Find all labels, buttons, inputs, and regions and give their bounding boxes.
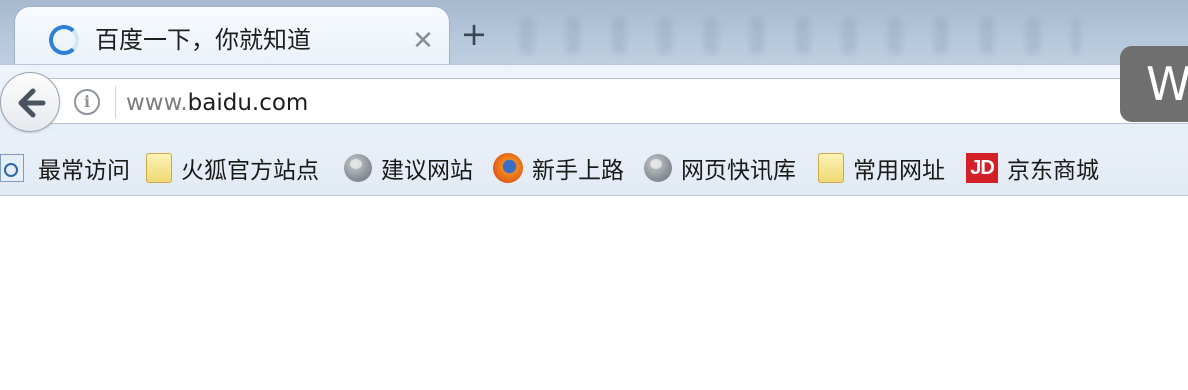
back-arrow-icon bbox=[18, 88, 46, 118]
tab-title: 百度一下，你就知道 bbox=[95, 26, 311, 54]
bookmark-getting-started[interactable]: 新手上路 bbox=[493, 148, 624, 188]
url-prefix: www. bbox=[126, 90, 188, 116]
tab-strip-background bbox=[520, 18, 1080, 54]
search-page-icon bbox=[0, 154, 24, 182]
bookmark-most-visited[interactable]: 最常访问 bbox=[0, 148, 130, 188]
new-tab-button[interactable]: + bbox=[458, 14, 490, 54]
bookmark-label: 最常访问 bbox=[38, 158, 130, 184]
site-info-icon[interactable]: i bbox=[74, 89, 100, 115]
bookmark-label: 建议网站 bbox=[381, 158, 473, 184]
bookmark-web-slice-gallery[interactable]: 网页快讯库 bbox=[644, 148, 796, 188]
loading-spinner-icon bbox=[49, 25, 79, 55]
bookmark-label: 网页快讯库 bbox=[681, 158, 796, 184]
globe-icon bbox=[344, 154, 372, 182]
bookmark-label: 新手上路 bbox=[532, 158, 624, 184]
bookmark-label: 常用网址 bbox=[853, 158, 945, 184]
jd-icon: JD bbox=[966, 153, 998, 183]
folder-icon bbox=[818, 153, 844, 183]
tab-active[interactable]: 百度一下，你就知道 ✕ bbox=[14, 6, 450, 64]
folder-icon bbox=[146, 153, 172, 183]
bookmark-jd-mall[interactable]: JD 京东商城 bbox=[966, 148, 1099, 188]
page-content bbox=[0, 196, 1188, 390]
close-tab-icon[interactable]: ✕ bbox=[408, 25, 438, 57]
url-separator bbox=[115, 86, 116, 118]
firefox-icon bbox=[493, 153, 523, 183]
url-text[interactable]: www.baidu.com bbox=[126, 86, 308, 120]
bookmark-label: 京东商城 bbox=[1007, 158, 1099, 184]
bookmark-suggested-sites[interactable]: 建议网站 bbox=[344, 148, 473, 188]
bookmark-firefox-official[interactable]: 火狐官方站点 bbox=[146, 148, 319, 188]
back-button[interactable] bbox=[0, 72, 60, 132]
url-domain: baidu.com bbox=[187, 90, 309, 116]
bookmark-common-sites[interactable]: 常用网址 bbox=[818, 148, 945, 188]
overlay-popup: W bbox=[1120, 46, 1188, 122]
tab-strip: 百度一下，你就知道 ✕ + bbox=[0, 0, 1188, 64]
globe-icon bbox=[644, 154, 672, 182]
bookmark-label: 火狐官方站点 bbox=[181, 158, 319, 184]
